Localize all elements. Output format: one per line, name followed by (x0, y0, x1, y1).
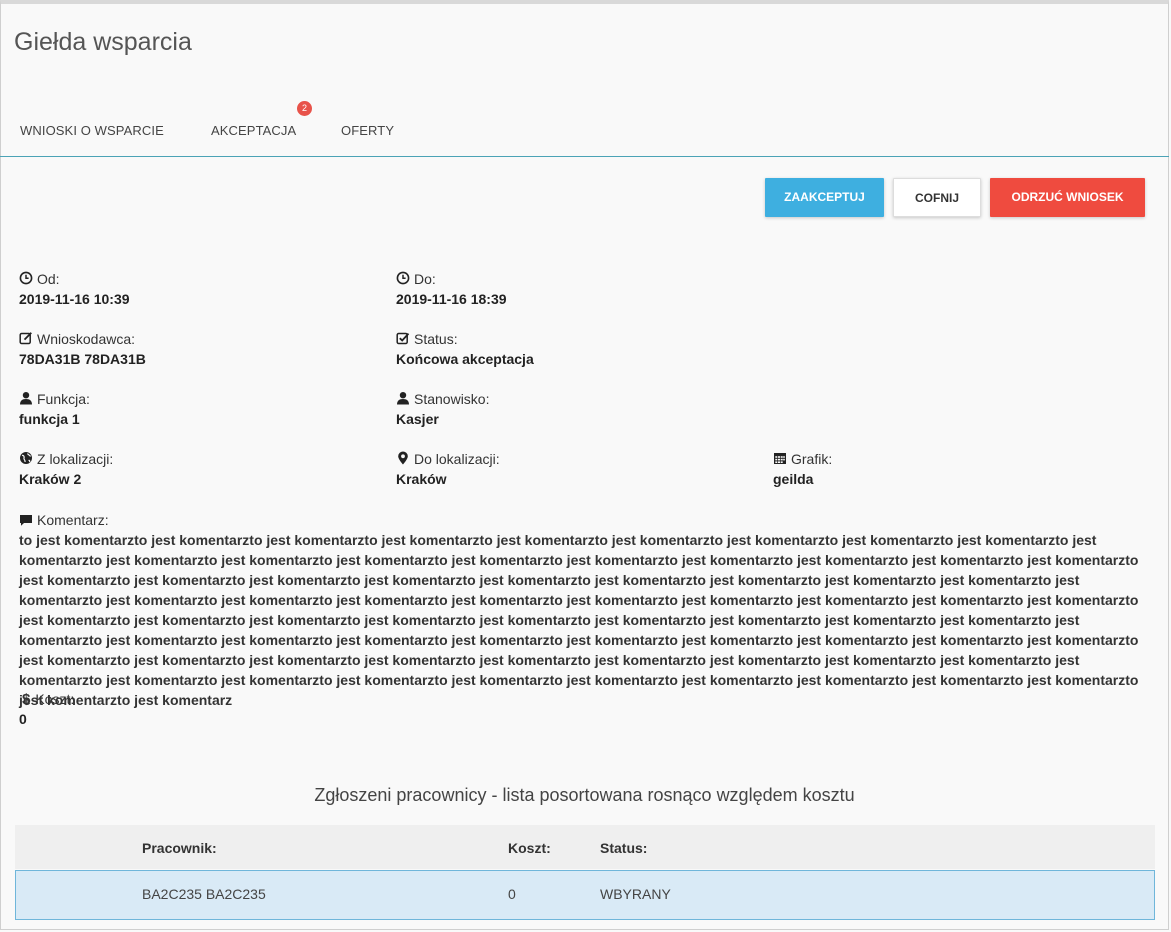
tab-acceptance-badge: 2 (297, 101, 312, 116)
schedule-value: geilda (773, 471, 814, 487)
accept-button[interactable]: ZAAKCEPTUJ (765, 178, 884, 217)
from-location-value: Kraków 2 (19, 471, 82, 487)
field-cost: $ Koszt: 0 (19, 690, 75, 728)
field-position: Stanowisko: Kasjer (396, 391, 490, 427)
cost-value: 0 (19, 711, 27, 727)
row-status: WBYRANY (600, 886, 671, 902)
tab-acceptance[interactable]: AKCEPTACJA (211, 123, 296, 138)
user-icon (19, 391, 37, 408)
applicant-value: 78DA31B 78DA31B (19, 351, 146, 367)
clock-icon (396, 271, 414, 288)
from-value: 2019-11-16 10:39 (19, 291, 130, 307)
field-to: Do: 2019-11-16 18:39 (396, 271, 507, 307)
field-status: Status: Końcowa akceptacja (396, 331, 534, 367)
row-cost: 0 (508, 886, 516, 902)
header-cost: Koszt: (508, 840, 551, 856)
tab-offers[interactable]: OFERTY (341, 123, 394, 138)
clock-icon (19, 271, 37, 288)
undo-button[interactable]: COFNIJ (893, 178, 981, 217)
to-value: 2019-11-16 18:39 (396, 291, 507, 307)
edit-icon (19, 331, 37, 348)
field-from-location: Z lokalizacji: Kraków 2 (19, 451, 114, 487)
header-worker: Pracownik: (142, 840, 217, 856)
status-value: Końcowa akceptacja (396, 351, 534, 367)
page-title: Giełda wsparcia (14, 28, 192, 56)
workers-table-header: Pracownik: Koszt: Status: (15, 825, 1155, 869)
field-applicant: Wnioskodawca: 78DA31B 78DA31B (19, 331, 146, 367)
check-square-icon (396, 331, 414, 348)
tab-support-requests[interactable]: WNIOSKI O WSPARCIE (20, 123, 164, 138)
function-value: funkcja 1 (19, 411, 80, 427)
workers-list-title: Zgłoszeni pracownicy - lista posortowana… (314, 785, 855, 805)
map-marker-icon (396, 451, 414, 468)
table-row[interactable]: BA2C235 BA2C235 0 WBYRANY (15, 870, 1155, 920)
comment-value: to jest komentarzto jest komentarzto jes… (19, 532, 1139, 708)
header-status: Status: (600, 840, 648, 856)
tab-bar: WNIOSKI O WSPARCIE AKCEPTACJA 2 OFERTY (0, 100, 1169, 157)
field-from: Od: 2019-11-16 10:39 (19, 271, 130, 307)
calendar-icon (773, 451, 791, 468)
user-icon (396, 391, 414, 408)
position-value: Kasjer (396, 411, 439, 427)
field-to-location: Do lokalizacji: Kraków (396, 451, 500, 487)
row-worker: BA2C235 BA2C235 (142, 886, 266, 902)
field-function: Funkcja: funkcja 1 (19, 391, 90, 427)
to-location-value: Kraków (396, 471, 447, 487)
globe-icon (19, 451, 37, 468)
field-comment: Komentarz: to jest komentarzto jest kome… (19, 511, 1149, 710)
field-schedule: Grafik: geilda (773, 451, 833, 487)
dollar-icon: $ (22, 690, 31, 708)
comment-icon (19, 513, 33, 527)
reject-request-button[interactable]: ODRZUĆ WNIOSEK (990, 178, 1145, 217)
